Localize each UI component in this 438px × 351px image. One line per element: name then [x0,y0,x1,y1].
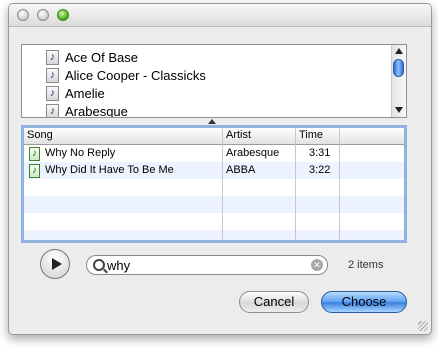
music-note-icon: ♪ [46,103,59,117]
table-row-empty [24,179,404,196]
play-button[interactable] [40,249,70,279]
artist-list-item[interactable]: ♪ Amelie [46,84,386,102]
artist-label: Arabesque [65,103,128,118]
column-header-time[interactable]: Time [299,129,323,141]
close-window-button[interactable] [17,9,29,21]
artist-list[interactable]: ♪ Ace Of Base ♪ Alice Cooper - Classicks… [21,44,407,118]
music-note-icon: ♪ [46,67,59,83]
column-divider [339,128,340,240]
table-header: Song Artist Time [24,128,404,145]
song-table[interactable]: Song Artist Time ♪ Why No Reply Arabesqu… [21,125,407,243]
scrollbar-thumb[interactable] [393,59,404,77]
search-icon [93,259,105,271]
artist-label: Alice Cooper - Classicks [65,67,206,83]
music-note-icon: ♪ [46,85,59,101]
table-row-empty [24,230,404,240]
artist-list-item[interactable]: ♪ Arabesque [46,102,386,118]
play-icon [52,258,62,270]
column-divider [295,128,296,240]
zoom-window-button[interactable] [57,9,69,21]
column-header-song[interactable]: Song [27,129,53,141]
song-time-cell: 3:31 [309,147,331,159]
song-artist-cell: Arabesque [226,147,280,159]
choose-button[interactable]: Choose [321,291,407,313]
artist-list-scrollbar[interactable] [391,45,406,117]
song-artist-cell: ABBA [226,164,256,176]
song-title-cell: Why No Reply [45,147,116,159]
pane-splitter-handle[interactable] [208,119,216,124]
search-field[interactable]: ✕ [86,255,328,275]
scroll-down-arrow-icon[interactable] [395,107,403,113]
song-file-icon: ♪ [29,147,40,161]
song-file-icon: ♪ [29,164,40,178]
table-row-empty [24,213,404,230]
artist-list-item[interactable]: ♪ Ace Of Base [46,48,386,66]
cancel-button[interactable]: Cancel [239,291,309,313]
artist-label: Amelie [65,85,105,101]
music-note-icon: ♪ [46,49,59,65]
table-row-empty [24,196,404,213]
artist-list-item[interactable]: ♪ Alice Cooper - Classicks [46,66,386,84]
minimize-window-button[interactable] [37,9,49,21]
artist-label: Ace Of Base [65,49,138,65]
song-time-cell: 3:22 [309,164,331,176]
search-input[interactable] [107,257,303,273]
scroll-up-arrow-icon[interactable] [395,48,403,54]
column-divider [222,128,223,240]
items-count: 2 items [348,259,384,271]
clear-search-icon[interactable]: ✕ [311,259,323,271]
title-bar [9,4,431,27]
column-header-artist[interactable]: Artist [226,129,251,141]
resize-grip-icon[interactable] [418,321,428,331]
song-title-cell: Why Did It Have To Be Me [45,164,174,176]
